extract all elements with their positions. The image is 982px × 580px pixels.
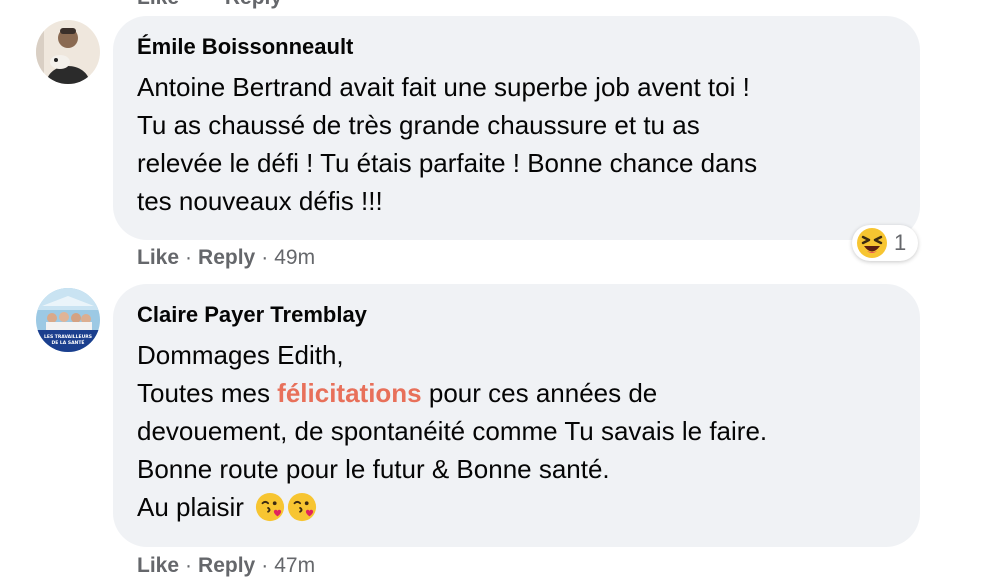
avatar[interactable] [36,20,100,84]
comment-actions: Like · Reply · 47m [137,552,315,580]
comment-line: Toutes mes félicitations pour ces années… [137,374,896,412]
comment-bubble: Claire Payer Tremblay Dommages Edith, To… [113,284,920,547]
comment-actions: Like · Reply · 49m [137,244,315,272]
profile-photo-icon: LES TRAVAILLEURS DE LA SANTÉ [36,288,100,352]
reply-link[interactable]: Reply [198,246,255,269]
avatar[interactable]: LES TRAVAILLEURS DE LA SANTÉ [36,288,100,352]
laughing-squinting-emoji-icon [857,228,887,258]
comments-thread: Like Reply Émile Boissonneault Antoine B… [0,0,982,580]
profile-photo-icon [36,20,100,84]
separator: · [185,554,193,577]
comment-text: Antoine Bertrand avait fait une superbe … [137,68,896,220]
separator: · [185,246,193,269]
svg-text:LES TRAVAILLEURS: LES TRAVAILLEURS [44,334,92,340]
like-link[interactable]: Like [137,554,179,577]
comment-line: Tu as chaussé de très grande chaussure e… [137,110,700,140]
comment-line: relevée le défi ! Tu étais parfaite ! Bo… [137,148,758,178]
previous-comment-actions: Like Reply [137,0,282,10]
comment-author[interactable]: Claire Payer Tremblay [137,300,896,330]
comment-text: Dommages Edith, Toutes mes félicitations… [137,336,896,526]
comment-line: Dommages Edith, [137,340,344,370]
text-segment: Toutes mes [137,378,278,408]
reaction-summary[interactable]: 1 [852,225,918,261]
text-segment: Au plaisir [137,492,244,522]
kissing-heart-emoji-icon [256,492,285,522]
timestamp[interactable]: 47m [274,554,315,577]
separator: · [261,554,269,577]
separator: · [261,246,269,269]
kissing-heart-emoji-icon [288,492,317,522]
timestamp[interactable]: 49m [274,246,315,269]
comment-line: devouement, de spontanéité comme Tu sava… [137,416,768,446]
comment-bubble: Émile Boissonneault Antoine Bertrand ava… [113,16,920,240]
comment-line: Antoine Bertrand avait fait une superbe … [137,72,750,102]
reaction-count: 1 [894,230,907,255]
reply-link[interactable]: Reply [198,554,255,577]
comment-line: Au plaisir [137,488,896,526]
comment-author[interactable]: Émile Boissonneault [137,32,896,62]
previous-reply-link[interactable]: Reply [225,0,282,9]
previous-like-link[interactable]: Like [137,0,179,9]
comment-line: Bonne route pour le futur & Bonne santé. [137,454,610,484]
comment-line: tes nouveaux défis !!! [137,186,383,216]
like-link[interactable]: Like [137,246,179,269]
keyword-highlight[interactable]: félicitations [277,378,421,408]
text-segment: pour ces années de [421,378,658,408]
